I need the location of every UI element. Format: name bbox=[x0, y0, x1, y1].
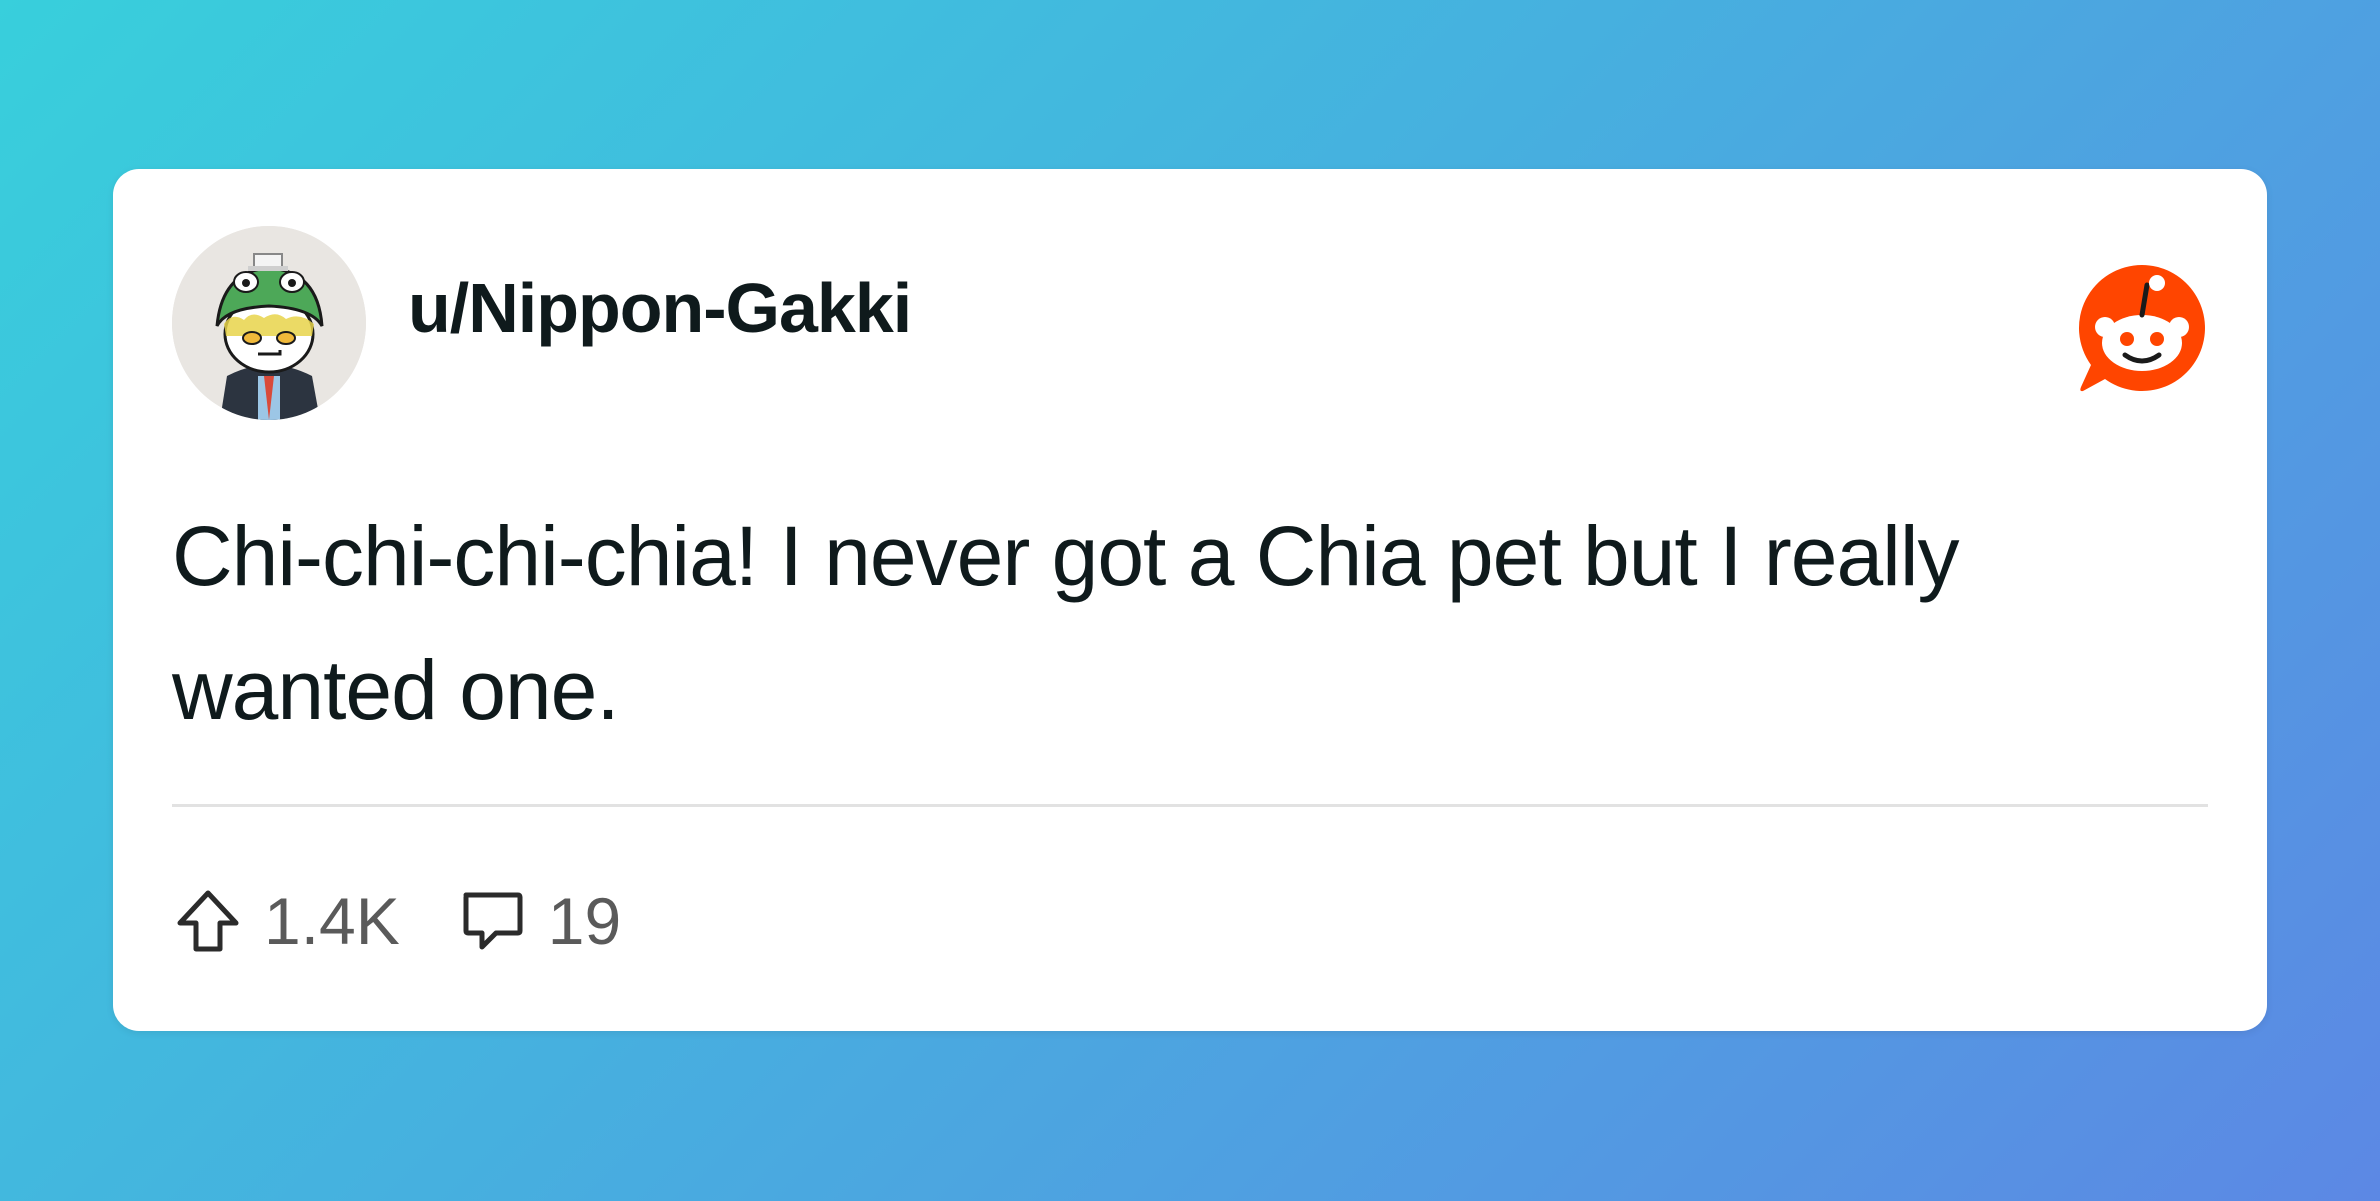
avatar-image bbox=[172, 226, 366, 420]
divider bbox=[172, 804, 2208, 807]
post-card[interactable]: u/Nippon-Gakki Chi-chi-chi-chia! I never… bbox=[113, 169, 2267, 1031]
reddit-logo-icon bbox=[2075, 261, 2209, 395]
speech-bubble-icon[interactable] bbox=[456, 885, 528, 957]
post-footer: 1.4K 19 bbox=[172, 881, 621, 961]
arrow-up-icon[interactable] bbox=[172, 885, 244, 957]
user-avatar[interactable] bbox=[172, 226, 366, 420]
post-body-text: Chi-chi-chi-chia! I never got a Chia pet… bbox=[172, 509, 1960, 737]
comments-button[interactable]: 19 bbox=[456, 883, 621, 959]
upvote-count: 1.4K bbox=[264, 884, 400, 958]
comment-count: 19 bbox=[547, 884, 622, 958]
upvote-button[interactable]: 1.4K bbox=[172, 883, 400, 959]
username[interactable]: u/Nippon-Gakki bbox=[408, 273, 912, 343]
